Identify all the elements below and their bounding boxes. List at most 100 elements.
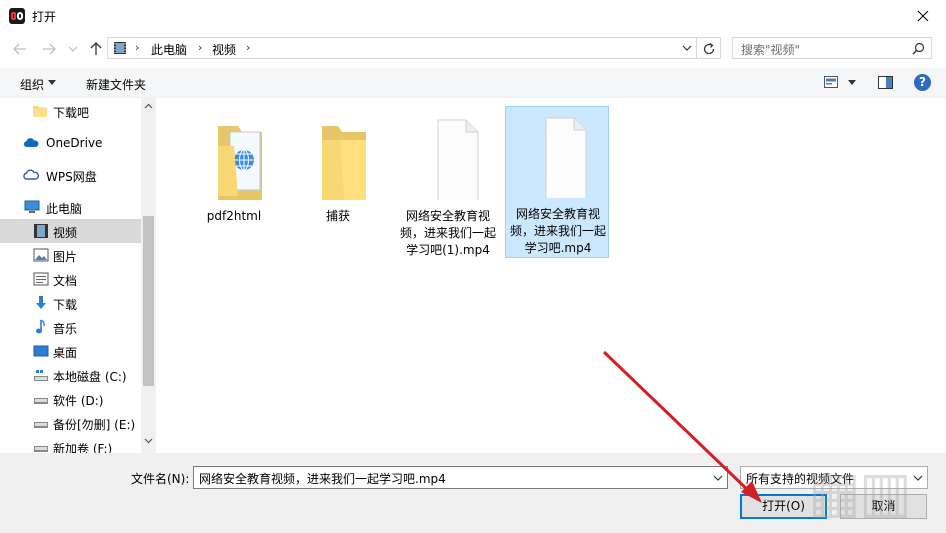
- sidebar-item-wps-cloud[interactable]: WPS网盘: [0, 163, 141, 187]
- sidebar-item-label: 本地磁盘 (C:): [53, 370, 127, 384]
- new-folder-button[interactable]: 新建文件夹: [86, 76, 146, 93]
- chevron-down-icon: [68, 46, 78, 52]
- sidebar-item-label: 视频: [53, 226, 78, 240]
- refresh-button[interactable]: [697, 37, 721, 59]
- folder-icon: [322, 126, 366, 200]
- video-icon: [114, 42, 126, 54]
- file-icon: [545, 117, 587, 198]
- navigation-pane: 下载吧 OneDrive WPS网盘 此电脑 视频 图片 文档 下载 音乐 桌面…: [0, 98, 156, 453]
- filename-label: 文件名(N):: [131, 472, 190, 486]
- sidebar-item-pictures[interactable]: 图片: [0, 243, 141, 267]
- preview-pane-icon[interactable]: [878, 76, 893, 89]
- filename-value: 网络安全教育视频，进来我们一起学习吧.mp4: [199, 472, 446, 486]
- drive-icon: [34, 370, 48, 381]
- command-bar: 组织 新建文件夹: [0, 68, 946, 98]
- drive-icon: [34, 422, 48, 428]
- close-button[interactable]: [900, 0, 946, 32]
- app-icon: [9, 8, 25, 24]
- sidebar-item-drive-d[interactable]: 软件 (D:): [0, 387, 141, 411]
- folder-web-icon: [218, 126, 262, 200]
- arrow-left-icon: [13, 43, 26, 55]
- chevron-down-icon: [913, 475, 923, 481]
- search-placeholder: 搜索"视频": [741, 43, 801, 57]
- title-bar: 打开: [0, 0, 946, 32]
- search-input[interactable]: 搜索"视频": [732, 37, 932, 59]
- file-icon: [437, 119, 479, 200]
- video-icon: [34, 224, 48, 238]
- sidebar-item-drive-f[interactable]: 新加卷 (F:): [0, 435, 141, 453]
- sidebar-item-videos[interactable]: 视频: [0, 219, 141, 243]
- computer-icon: [24, 200, 40, 213]
- file-name: 捕获: [325, 209, 350, 223]
- breadcrumb-videos[interactable]: 视频: [212, 41, 236, 58]
- cloud-icon: [23, 138, 39, 147]
- filename-input[interactable]: 网络安全教育视频，进来我们一起学习吧.mp4: [193, 466, 728, 489]
- wps-cloud-icon: [23, 169, 39, 180]
- sidebar-item-label: 桌面: [53, 346, 78, 360]
- sidebar-item-documents[interactable]: 文档: [0, 267, 141, 291]
- view-options-icon[interactable]: [824, 76, 838, 88]
- organize-menu[interactable]: 组织: [20, 76, 44, 93]
- scrollbar-thumb[interactable]: [143, 216, 154, 386]
- sidebar-scrollbar[interactable]: [141, 98, 156, 453]
- refresh-icon: [703, 43, 715, 55]
- chevron-down-icon[interactable]: [713, 475, 723, 482]
- sidebar-item-this-pc[interactable]: 此电脑: [0, 195, 141, 219]
- drive-icon: [34, 446, 48, 452]
- sidebar-item-label: 图片: [53, 250, 78, 264]
- sidebar-item-label: OneDrive: [46, 136, 103, 150]
- file-list: pdf2html 捕获 网络安全教育视频，进来我们一起学习吧(1).mp4 网络…: [156, 98, 946, 453]
- back-button[interactable]: [11, 40, 29, 58]
- music-icon: [36, 319, 45, 334]
- sidebar-item-xiazaiba[interactable]: 下载吧: [0, 99, 141, 123]
- sidebar-item-label: 下载: [53, 298, 78, 312]
- caret-down-icon[interactable]: [848, 80, 856, 85]
- drive-icon: [34, 398, 48, 404]
- file-item-capture[interactable]: 捕获: [286, 108, 390, 260]
- sidebar-item-label: 下载吧: [53, 106, 90, 120]
- search-icon: [912, 42, 925, 55]
- sidebar-item-label: 软件 (D:): [53, 394, 104, 408]
- sidebar-item-music[interactable]: 音乐: [0, 315, 141, 339]
- breadcrumb-separator[interactable]: ›: [198, 41, 202, 54]
- chevron-down-icon[interactable]: [144, 438, 153, 444]
- arrow-up-icon: [90, 42, 102, 55]
- sidebar-item-onedrive[interactable]: OneDrive: [0, 131, 141, 155]
- address-bar[interactable]: › 此电脑 › 视频 ›: [107, 37, 697, 59]
- chevron-up-icon[interactable]: [144, 103, 153, 109]
- file-name-panel: 文件名(N): 网络安全教育视频，进来我们一起学习吧.mp4 所有支持的视频文件…: [0, 453, 946, 533]
- sidebar-item-downloads[interactable]: 下载: [0, 291, 141, 315]
- forward-button[interactable]: [40, 40, 58, 58]
- pictures-icon: [33, 248, 49, 262]
- documents-icon: [33, 272, 49, 286]
- folder-icon: [33, 106, 47, 117]
- sidebar-item-label: 备份[勿删] (E:): [53, 418, 136, 432]
- chevron-down-icon[interactable]: [682, 44, 692, 52]
- sidebar-item-label: 文档: [53, 274, 78, 288]
- caret-down-icon[interactable]: [48, 80, 56, 85]
- breadcrumb-separator[interactable]: ›: [135, 41, 139, 54]
- file-name: 网络安全教育视频，进来我们一起学习吧(1).mp4: [399, 209, 496, 257]
- watermark-logo: ▦▥: [808, 460, 912, 525]
- sidebar-item-label: WPS网盘: [46, 170, 97, 184]
- file-item-video-1[interactable]: 网络安全教育视频，进来我们一起学习吧(1).mp4: [396, 108, 500, 260]
- file-item-pdf2html[interactable]: pdf2html: [182, 108, 286, 260]
- sidebar-item-label: 新加卷 (F:): [53, 442, 113, 453]
- close-icon: [917, 10, 929, 22]
- breadcrumb-separator[interactable]: ›: [246, 41, 250, 54]
- sidebar-item-drive-e[interactable]: 备份[勿删] (E:): [0, 411, 141, 435]
- up-button[interactable]: [87, 40, 105, 58]
- help-button[interactable]: ?: [914, 74, 931, 91]
- arrow-right-icon: [43, 43, 56, 55]
- file-name: 网络安全教育视频，进来我们一起学习吧.mp4: [509, 207, 606, 255]
- sidebar-item-drive-c[interactable]: 本地磁盘 (C:): [0, 363, 141, 387]
- recent-locations-button[interactable]: [64, 40, 82, 58]
- window-title: 打开: [32, 10, 57, 24]
- desktop-icon: [33, 345, 49, 357]
- file-name: pdf2html: [206, 209, 262, 223]
- file-item-video-selected[interactable]: 网络安全教育视频，进来我们一起学习吧.mp4: [505, 106, 609, 258]
- sidebar-item-label: 音乐: [53, 322, 78, 336]
- sidebar-item-desktop[interactable]: 桌面: [0, 339, 141, 363]
- breadcrumb-this-pc[interactable]: 此电脑: [151, 41, 187, 58]
- download-icon: [36, 296, 46, 309]
